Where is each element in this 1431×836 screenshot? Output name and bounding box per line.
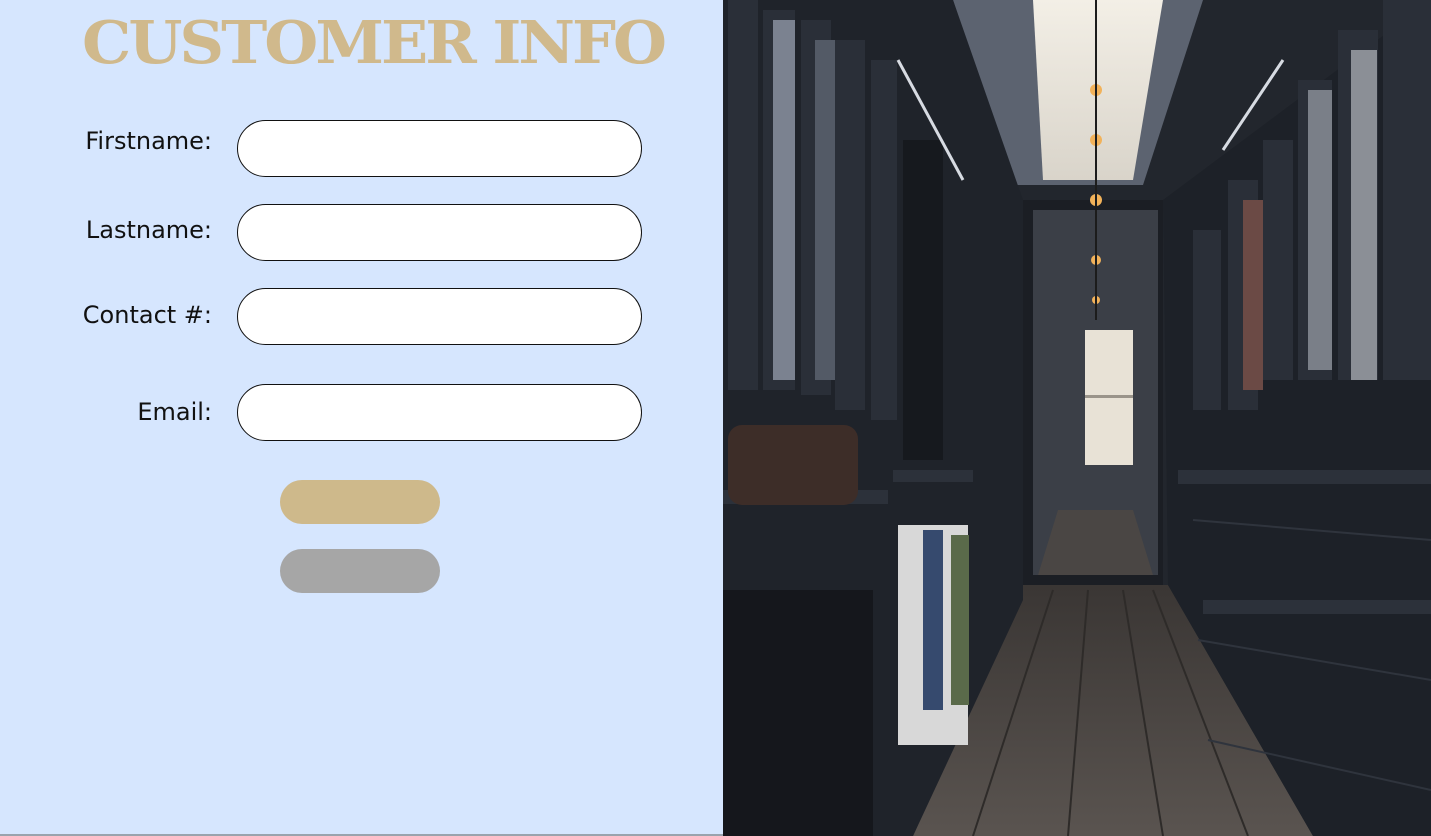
firstname-label: Firstname: [85, 127, 212, 155]
contact-number-input[interactable] [237, 288, 642, 345]
closet-photo [723, 0, 1431, 836]
email-input[interactable] [237, 384, 642, 441]
lastname-label: Lastname: [85, 216, 212, 244]
contact-number-label: Contact #: [82, 301, 212, 329]
submit-button[interactable] [280, 480, 440, 524]
clear-button[interactable] [280, 549, 440, 593]
lastname-input[interactable] [237, 204, 642, 261]
email-label: Email: [137, 398, 212, 426]
form-panel: CUSTOMER INFO Firstname: Lastname: Conta… [0, 0, 723, 836]
page-title: CUSTOMER INFO [81, 7, 667, 78]
firstname-input[interactable] [237, 120, 642, 177]
